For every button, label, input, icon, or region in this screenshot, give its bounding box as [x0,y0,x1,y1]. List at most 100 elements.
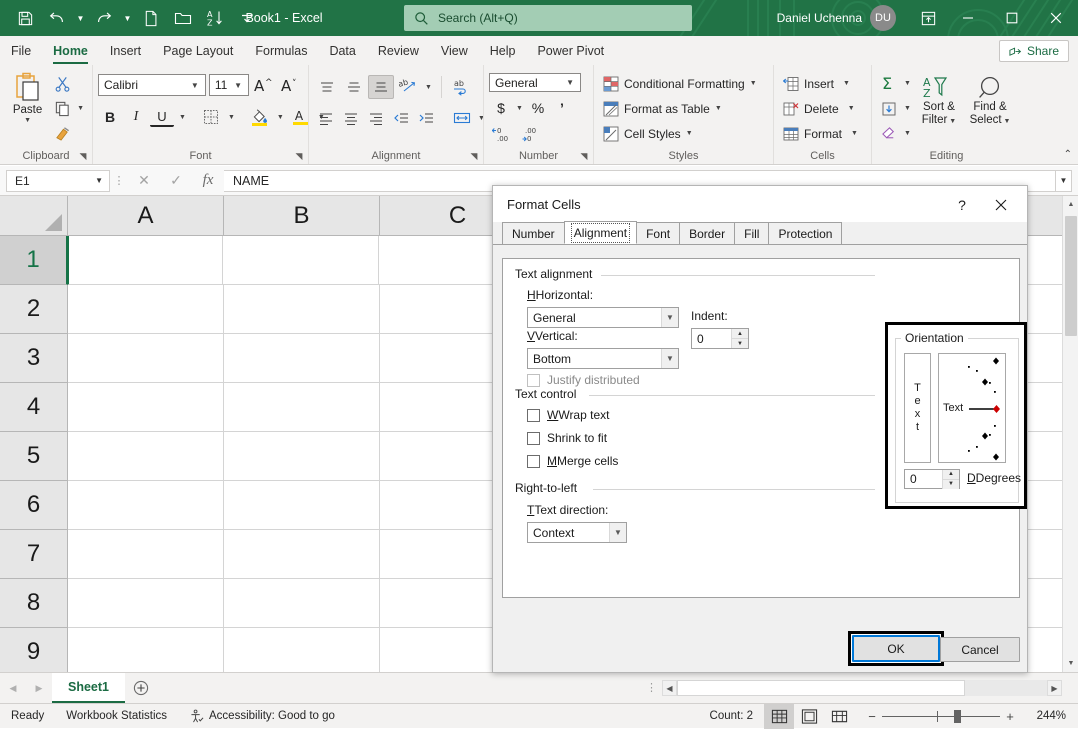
merge-center-button[interactable] [450,106,474,130]
tab-data[interactable]: Data [318,36,366,65]
italic-button[interactable]: I [124,105,148,129]
row-header-3[interactable]: 3 [0,334,68,383]
justify-distributed-checkbox[interactable]: Justify distributed [527,373,640,387]
zoom-slider[interactable]: − + [854,704,1028,729]
clear-button[interactable] [877,122,901,146]
accessibility-button[interactable]: Accessibility: Good to go [178,704,346,728]
clear-dropdown-icon[interactable]: ▼ [901,122,914,146]
fill-dropdown-icon[interactable]: ▼ [901,97,914,121]
dialog-tab-fill[interactable]: Fill [734,222,769,244]
chevron-down-icon[interactable]: ▼ [661,308,678,327]
avatar[interactable]: DU [870,5,896,31]
font-dialog-launcher[interactable]: ◥ [293,150,305,162]
select-all-corner[interactable] [0,196,68,236]
cancel-button[interactable]: Cancel [940,637,1020,662]
scroll-down-icon[interactable]: ▼ [1063,655,1078,672]
font-size-dropdown-icon[interactable]: ▼ [230,81,246,90]
find-select-button[interactable]: Find & Select ▼ [964,71,1016,146]
dialog-tab-number[interactable]: Number [502,222,565,244]
align-middle-button[interactable] [341,75,367,99]
delete-cells-button[interactable]: Delete ▼ [779,96,866,121]
column-header-a[interactable]: A [68,196,224,236]
increase-decimal-button[interactable]: 0.00 [489,122,519,146]
dialog-tab-protection[interactable]: Protection [768,222,842,244]
cell-styles-button[interactable]: Cell Styles ▼ [599,121,768,146]
fill-color-dropdown-icon[interactable]: ▼ [274,105,287,129]
cell-b2[interactable] [224,285,380,334]
share-button[interactable]: Share [999,40,1069,62]
row-header-8[interactable]: 8 [0,579,68,628]
align-right-button[interactable] [364,106,388,130]
horizontal-scroll-thumb[interactable] [677,680,965,696]
underline-button[interactable]: U [150,107,174,127]
currency-dropdown-icon[interactable]: ▼ [513,96,526,120]
paste-dropdown-icon[interactable]: ▼ [24,117,31,124]
tab-review[interactable]: Review [367,36,430,65]
wrap-text-button[interactable]: ab [448,75,474,99]
percent-button[interactable]: % [526,96,550,120]
maximize-button[interactable] [990,0,1034,36]
format-painter-button[interactable] [50,122,74,146]
cell-a2[interactable] [68,285,224,334]
borders-button[interactable] [199,105,223,129]
undo-dropdown-icon[interactable]: ▼ [74,5,87,31]
sort-az-icon[interactable]: AZ [200,5,230,31]
cell-b1[interactable] [223,236,379,285]
fill-color-button[interactable] [248,105,272,129]
customize-qat-icon[interactable] [232,5,262,31]
align-top-button[interactable] [314,75,340,99]
number-format-dropdown-icon[interactable]: ▼ [562,78,578,87]
save-icon[interactable] [10,5,40,31]
decrease-decimal-button[interactable]: .000 [519,122,549,146]
page-layout-view-button[interactable] [794,704,824,729]
vertical-text-option[interactable]: T e x t [904,353,931,463]
paste-button[interactable]: Paste ▼ [5,68,50,146]
cell-a1[interactable] [67,236,223,285]
align-left-button[interactable] [314,106,338,130]
cell-b9[interactable] [224,628,380,672]
formula-bar-grip[interactable]: ⋮ [110,174,128,187]
insert-dropdown-icon[interactable]: ▼ [843,80,850,87]
cell-a6[interactable] [68,481,224,530]
autosum-button[interactable]: Σ [877,72,901,96]
decrease-indent-button[interactable] [389,106,413,130]
next-sheet-icon[interactable]: ▶ [26,675,52,701]
vertical-alignment-select[interactable]: Bottom ▼ [527,348,679,369]
add-sheet-button[interactable] [125,673,157,703]
cell-a7[interactable] [68,530,224,579]
row-header-6[interactable]: 6 [0,481,68,530]
conditional-formatting-dropdown-icon[interactable]: ▼ [750,80,757,87]
comma-style-button[interactable]: ’ [550,96,574,120]
degrees-spinner[interactable]: 0 ▲ ▼ [904,469,960,489]
tab-home[interactable]: Home [42,36,99,65]
tab-view[interactable]: View [430,36,479,65]
currency-button[interactable]: $ [489,96,513,120]
decrease-font-size-button[interactable]: A˅ [279,73,303,97]
dialog-tab-border[interactable]: Border [679,222,735,244]
dialog-close-button[interactable] [985,194,1017,216]
minimize-button[interactable] [946,0,990,36]
orientation-dial[interactable]: Text [938,353,1006,463]
font-name-input[interactable]: Calibri ▼ [98,74,206,96]
copy-dropdown-icon[interactable]: ▼ [74,97,87,121]
scroll-left-icon[interactable]: ◀ [662,680,677,696]
tab-formulas[interactable]: Formulas [244,36,318,65]
tab-page-layout[interactable]: Page Layout [152,36,244,65]
cell-b3[interactable] [224,334,380,383]
workbook-statistics-button[interactable]: Workbook Statistics [55,704,178,728]
tab-insert[interactable]: Insert [99,36,152,65]
tab-power-pivot[interactable]: Power Pivot [526,36,615,65]
alignment-dialog-launcher[interactable]: ◥ [468,150,480,162]
fill-button[interactable] [877,97,901,121]
row-header-1[interactable]: 1 [0,236,68,285]
previous-sheet-icon[interactable]: ◀ [0,675,26,701]
undo-icon[interactable] [42,5,72,31]
cell-a5[interactable] [68,432,224,481]
dialog-tab-alignment[interactable]: Alignment [564,221,637,244]
sort-filter-button[interactable]: AZ Sort & Filter ▼ [914,71,964,146]
normal-view-button[interactable] [764,704,794,729]
align-bottom-button[interactable] [368,75,394,99]
zoom-level[interactable]: 244% [1028,710,1078,722]
collapse-ribbon-icon[interactable]: ⌃ [1064,149,1072,160]
borders-dropdown-icon[interactable]: ▼ [225,105,238,129]
